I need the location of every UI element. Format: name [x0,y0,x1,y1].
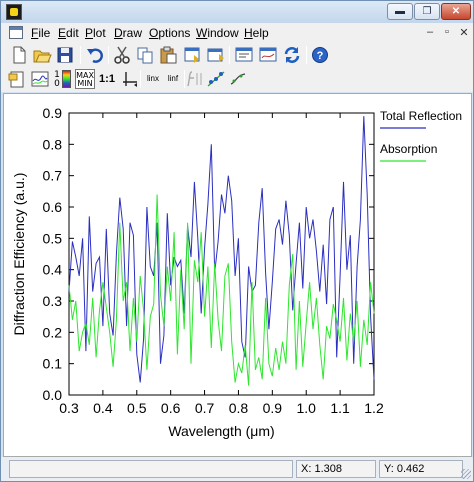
app-window: ▬ ❐ ✕ File Edit Plot Draw Options Window… [0,0,474,482]
paste-icon[interactable] [158,45,178,65]
menu-plot[interactable]: Plot [85,26,106,40]
axes-cross-icon[interactable] [120,69,140,89]
y-tick-label: 0.2 [43,324,63,340]
app-logo-icon [6,4,22,20]
range-bottom-label: 0 [54,79,60,89]
window-minimize-button[interactable]: ▬ [387,3,413,20]
title-bar[interactable]: ▬ ❐ ✕ [1,1,473,23]
document-window-icon[interactable] [9,26,23,39]
menu-edit[interactable]: Edit [58,26,79,40]
y-tick-label: 0.1 [43,356,63,372]
menu-help[interactable]: Help [244,26,269,40]
svg-text:?: ? [317,50,324,62]
toolbar-separator [140,70,141,88]
function-plot-icon[interactable] [186,69,206,89]
color-range-button[interactable]: 1 0 [53,69,73,89]
toolbar-separator [306,46,307,64]
duplicate-plot-icon[interactable] [182,45,202,65]
y-tick-label: 0.8 [43,136,63,152]
menu-file[interactable]: File [31,26,50,40]
menu-bar: File Edit Plot Draw Options Window Help … [1,23,473,43]
mdi-minimize-button[interactable]: ‒ [424,26,436,38]
x-tick-label: 0.4 [93,400,113,416]
color-scale-icon [62,70,71,88]
y-axis-label: Diffraction Efficiency (a.u.) [11,173,27,336]
x-tick-label: 1.1 [330,400,350,416]
toolbar-separator [184,70,185,88]
y-tick-label: 0.9 [43,105,63,121]
plot-toolbar: 1 0 MAX MIN 1:1 linx linf [1,67,473,92]
x-axis-label: Wavelength (μm) [168,423,274,439]
x-tick-label: 0.9 [263,400,283,416]
y-coordinate-readout: Y: 0.462 [379,460,463,478]
copy-to-window-icon[interactable] [206,45,226,65]
status-message-pane [9,460,293,478]
page-setup-icon[interactable] [7,69,27,89]
linear-f-button[interactable]: linf [164,69,182,89]
y-tick-label: 0.3 [43,293,63,309]
x-tick-label: 0.7 [195,400,215,416]
window-close-button[interactable]: ✕ [441,3,471,20]
x-tick-label: 0.8 [229,400,249,416]
undo-icon[interactable] [85,45,105,65]
y-tick-label: 0.7 [43,168,63,184]
menu-window[interactable]: Window [196,26,239,40]
curve-fit-icon[interactable] [228,69,248,89]
plot-canvas[interactable]: 0.3 0.4 0.5 0.6 0.7 0.8 0.9 1.0 1.1 1.2 0.0 0.1 0.2 0… [3,93,472,457]
toolbar-separator [108,46,109,64]
curve-window-icon[interactable] [258,45,278,65]
x-tick-label: 0.5 [127,400,147,416]
status-bar: X: 1.308 Y: 0.462 [1,457,473,481]
toolbar-separator [80,46,81,64]
toolbar-separator [229,46,230,64]
menu-options[interactable]: Options [149,26,190,40]
x-tick-label: 0.3 [59,400,79,416]
plot-style-icon[interactable] [30,69,50,89]
copy-icon[interactable] [135,45,155,65]
x-tick-label: 1.2 [364,400,384,416]
legend-label: Absorption [380,142,437,156]
plot-properties-icon[interactable] [234,45,254,65]
y-tick-label: 0.5 [43,230,63,246]
help-icon[interactable]: ? [310,45,330,65]
mdi-close-button[interactable]: ✕ [458,26,470,39]
legend-label: Total Reflection [380,109,462,123]
one-to-one-button[interactable]: 1:1 [97,69,117,89]
window-restore-button[interactable]: ❐ [414,3,440,20]
y-tick-label: 0.6 [43,199,63,215]
x-coordinate-readout: X: 1.308 [296,460,376,478]
scatter-points-icon[interactable] [206,69,226,89]
line-chart[interactable]: 0.3 0.4 0.5 0.6 0.7 0.8 0.9 1.0 1.1 1.2 0.0 0.1 0.2 0… [4,94,471,456]
save-icon[interactable] [55,45,75,65]
x-tick-label: 0.6 [161,400,181,416]
minmax-bottom-label: MIN [77,79,93,88]
open-folder-icon[interactable] [32,45,52,65]
cut-icon[interactable] [112,45,132,65]
y-tick-label: 0.4 [43,262,63,278]
x-tick-label: 1.0 [296,400,316,416]
minmax-button[interactable]: MAX MIN [75,69,95,89]
mdi-restore-button[interactable]: ▫ [441,26,453,38]
menu-draw[interactable]: Draw [114,26,142,40]
new-file-icon[interactable] [9,45,29,65]
refresh-icon[interactable] [282,45,302,65]
y-tick-label: 0.0 [43,387,63,403]
resize-grip[interactable] [461,469,471,479]
linear-x-button[interactable]: linx [144,69,162,89]
main-toolbar: ? [1,43,473,67]
